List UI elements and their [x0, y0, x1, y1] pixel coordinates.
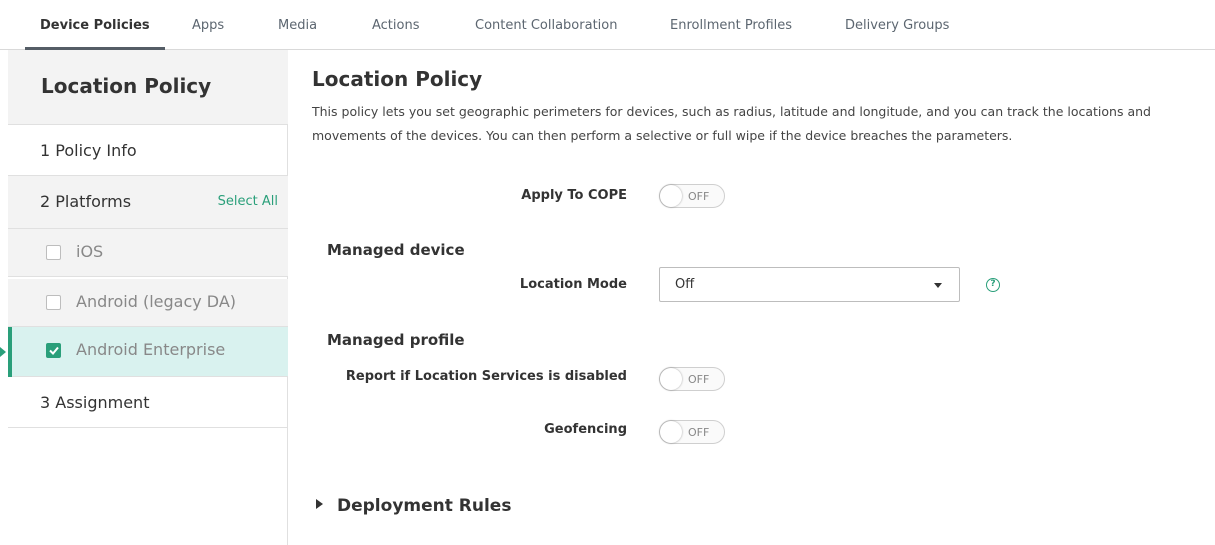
report-location-disabled-toggle[interactable]: OFF — [659, 367, 725, 391]
location-mode-select[interactable]: Off — [659, 267, 960, 302]
platform-android-legacy[interactable]: Android (legacy DA) — [8, 279, 288, 327]
tab-delivery-groups[interactable]: Delivery Groups — [845, 18, 949, 33]
expand-triangle-icon — [316, 499, 323, 509]
tab-apps[interactable]: Apps — [192, 18, 224, 33]
deployment-rules-label: Deployment Rules — [337, 496, 512, 516]
apply-cope-toggle[interactable]: OFF — [659, 184, 725, 208]
toggle-knob — [660, 185, 682, 207]
geofencing-toggle[interactable]: OFF — [659, 420, 725, 444]
sidebar-step-policy-info[interactable]: 1 Policy Info — [8, 125, 288, 176]
managed-profile-heading: Managed profile — [327, 331, 465, 349]
tab-actions[interactable]: Actions — [372, 18, 420, 33]
help-icon[interactable]: ? — [986, 278, 1000, 292]
tab-enrollment-profiles[interactable]: Enrollment Profiles — [670, 18, 792, 33]
chevron-down-icon — [934, 283, 942, 288]
page-title: Location Policy — [312, 67, 483, 91]
tab-media[interactable]: Media — [278, 18, 317, 33]
report-location-disabled-label: Report if Location Services is disabled — [345, 369, 627, 384]
deployment-rules-expander[interactable]: Deployment Rules — [316, 496, 511, 516]
location-mode-value: Off — [675, 277, 695, 292]
tab-device-policies[interactable]: Device Policies — [40, 18, 150, 33]
policy-sidebar: Location Policy 1 Policy Info 2 Platform… — [0, 50, 288, 545]
platform-label: Android (legacy DA) — [76, 292, 237, 311]
sidebar-step-label: 2 Platforms — [40, 192, 132, 211]
active-row-marker — [8, 327, 12, 377]
ios-checkbox[interactable] — [46, 245, 61, 260]
apply-cope-label: Apply To COPE — [521, 188, 627, 203]
platform-label: iOS — [76, 242, 104, 261]
active-row-arrow — [0, 347, 6, 357]
sidebar-step-platforms[interactable]: 2 Platforms Select All — [8, 176, 288, 229]
platform-label: Android Enterprise — [76, 340, 226, 359]
sidebar-step-assignment[interactable]: 3 Assignment — [8, 377, 288, 428]
managed-device-heading: Managed device — [327, 241, 465, 259]
android-enterprise-checkbox[interactable] — [46, 343, 61, 358]
top-tab-bar: Device Policies Apps Media Actions Conte… — [0, 0, 1215, 50]
tab-content-collaboration[interactable]: Content Collaboration — [475, 18, 617, 33]
toggle-state: OFF — [688, 190, 710, 203]
sidebar-header: Location Policy — [8, 50, 288, 125]
toggle-knob — [660, 368, 682, 390]
sidebar-step-label: 3 Assignment — [40, 393, 150, 412]
check-icon — [49, 346, 59, 355]
platform-ios[interactable]: iOS — [8, 229, 288, 277]
sidebar-step-label: 1 Policy Info — [40, 141, 137, 160]
geofencing-label: Geofencing — [544, 422, 627, 437]
location-mode-label: Location Mode — [519, 277, 627, 292]
toggle-state: OFF — [688, 426, 710, 439]
platform-android-enterprise[interactable]: Android Enterprise — [0, 327, 288, 377]
toggle-knob — [660, 421, 682, 443]
sidebar-title: Location Policy — [41, 74, 212, 98]
android-legacy-checkbox[interactable] — [46, 295, 61, 310]
select-all-link[interactable]: Select All — [218, 194, 278, 209]
toggle-state: OFF — [688, 373, 710, 386]
page-description: This policy lets you set geographic peri… — [312, 104, 1151, 143]
